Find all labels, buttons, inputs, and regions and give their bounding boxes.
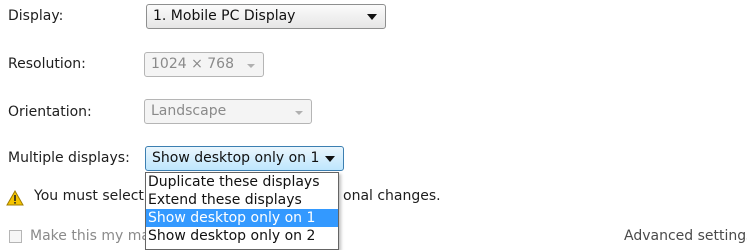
orientation-select-value: Landscape	[151, 103, 227, 119]
warning-text-start: You must select	[34, 188, 144, 204]
primary-display-checkbox-label: Make this my ma	[30, 228, 150, 244]
advanced-settings-link[interactable]: Advanced settings	[624, 228, 747, 244]
chevron-down-icon	[247, 64, 255, 68]
warning-text-end: onal changes.	[343, 188, 441, 204]
chevron-down-icon	[295, 111, 303, 115]
orientation-label: Orientation:	[8, 104, 92, 120]
multiple-displays-select-value: Show desktop only on 1	[152, 150, 320, 166]
chevron-down-icon	[367, 14, 377, 20]
orientation-select: Landscape	[144, 99, 312, 124]
display-select[interactable]: 1. Mobile PC Display	[146, 4, 386, 29]
dropdown-option-duplicate[interactable]: Duplicate these displays	[146, 173, 338, 191]
chevron-down-icon	[325, 156, 335, 162]
warning-icon	[6, 190, 24, 206]
resolution-select-value: 1024 × 768	[151, 56, 234, 72]
display-select-value: 1. Mobile PC Display	[153, 8, 296, 24]
multiple-displays-select[interactable]: Show desktop only on 1	[145, 146, 344, 171]
display-label: Display:	[8, 8, 64, 24]
resolution-label: Resolution:	[8, 56, 86, 72]
dropdown-option-desktop-2[interactable]: Show desktop only on 2	[146, 227, 338, 245]
multiple-displays-dropdown[interactable]: Duplicate these displays Extend these di…	[145, 172, 339, 250]
primary-display-checkbox	[9, 230, 22, 243]
resolution-select: 1024 × 768	[144, 52, 264, 77]
dropdown-option-extend[interactable]: Extend these displays	[146, 191, 338, 209]
dropdown-option-desktop-1[interactable]: Show desktop only on 1	[146, 209, 338, 227]
multiple-displays-label: Multiple displays:	[8, 150, 130, 166]
